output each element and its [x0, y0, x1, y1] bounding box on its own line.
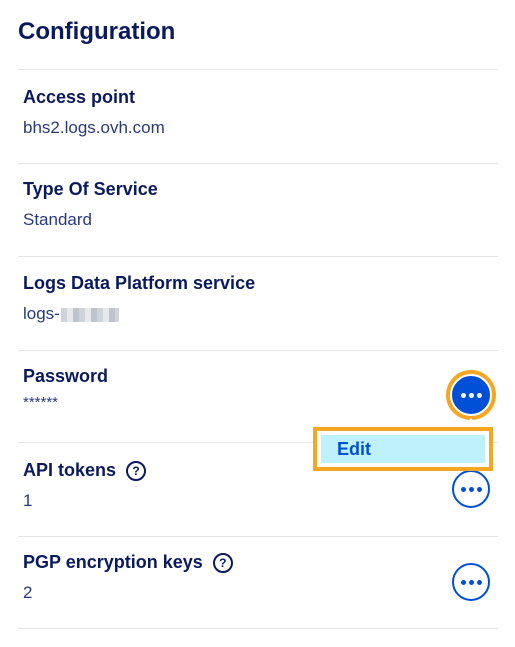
divider — [18, 628, 498, 629]
pgp-keys-label: PGP encryption keys ? — [23, 552, 233, 573]
edit-menu-item[interactable]: Edit — [321, 435, 485, 463]
question-circle-icon[interactable]: ? — [126, 460, 147, 481]
password-more-button[interactable] — [446, 370, 496, 420]
divider — [18, 256, 498, 257]
password-label-text: Password — [23, 366, 109, 386]
ldp-service-value-text: logs- — [23, 304, 60, 323]
api-tokens-more-button[interactable] — [452, 470, 490, 508]
pgp-keys-value: 2 — [23, 583, 33, 602]
redacted-blur — [60, 307, 119, 322]
type-of-service-label: Type Of Service — [23, 179, 158, 200]
ellipsis-icon — [460, 486, 482, 492]
api-tokens-label-text: API tokens — [23, 460, 117, 480]
ldp-service-value: logs- — [23, 304, 119, 324]
divider — [18, 350, 498, 351]
ldp-service-label: Logs Data Platform service — [23, 273, 255, 294]
api-tokens-value: 1 — [23, 491, 33, 510]
ellipsis-icon — [460, 579, 482, 585]
password-label: Password — [23, 366, 108, 387]
api-tokens-label: API tokens ? — [23, 460, 147, 481]
pgp-keys-label-text: PGP encryption keys — [23, 552, 203, 572]
section-title: Configuration — [18, 18, 176, 45]
question-circle-icon[interactable]: ? — [212, 552, 233, 573]
menu-arrow — [463, 418, 479, 427]
ellipsis-icon — [460, 392, 482, 398]
access-point-value: bhs2.logs.ovh.com — [23, 118, 165, 137]
access-point-label: Access point — [23, 87, 135, 108]
password-value: ****** — [23, 394, 59, 411]
type-of-service-label-text: Type Of Service — [23, 179, 158, 199]
divider — [18, 163, 498, 164]
pgp-keys-more-button[interactable] — [452, 563, 490, 601]
divider — [18, 536, 498, 537]
type-of-service-value: Standard — [23, 210, 92, 229]
divider — [18, 69, 498, 70]
access-point-label-text: Access point — [23, 87, 136, 107]
ldp-service-label-text: Logs Data Platform service — [23, 273, 256, 293]
action-menu: Edit — [313, 427, 493, 471]
